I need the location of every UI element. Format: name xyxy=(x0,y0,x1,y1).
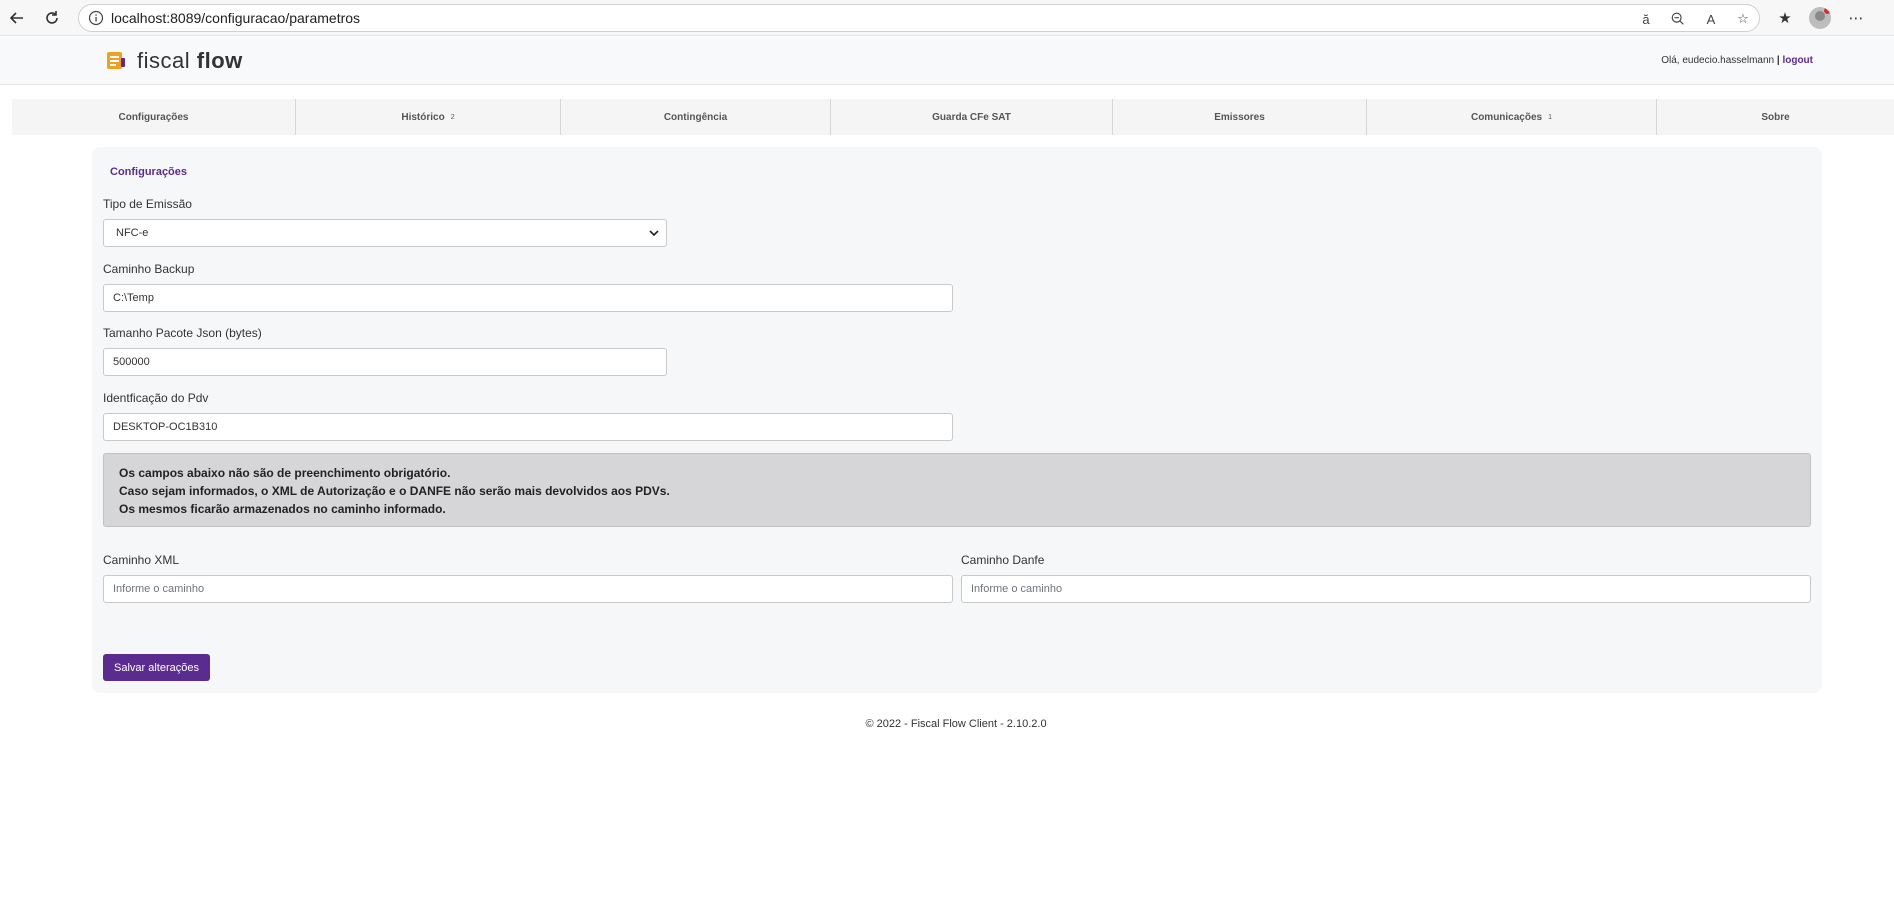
site-info-icon[interactable] xyxy=(87,9,105,27)
caminho-backup-label: Caminho Backup xyxy=(103,262,195,276)
back-icon[interactable] xyxy=(6,7,28,29)
caminho-xml-input[interactable]: Informe o caminho xyxy=(103,575,953,603)
notice-line: Caso sejam informados, o XML de Autoriza… xyxy=(119,484,670,498)
profile-avatar[interactable] xyxy=(1809,7,1831,29)
caminho-danfe-input[interactable]: Informe o caminho xyxy=(961,575,1811,603)
section-title: Configurações xyxy=(110,166,188,178)
caminho-xml-label: Caminho XML xyxy=(103,553,180,567)
logo-text: fiscal flow xyxy=(137,48,243,73)
favorites-icon[interactable]: ★ xyxy=(1775,8,1795,28)
nav-sobre[interactable]: Sobre xyxy=(1657,99,1894,135)
identificacao-pdv-input[interactable]: DESKTOP-OC1B310 xyxy=(103,413,953,441)
identificacao-pdv-label: Identficação do Pdv xyxy=(103,391,209,405)
logout-link[interactable]: logout xyxy=(1782,55,1813,66)
nav-contingencia[interactable]: Contingência xyxy=(561,99,831,135)
notice-line: Os mesmos ficarão armazenados no caminho… xyxy=(119,502,446,516)
notification-dot xyxy=(1824,7,1831,14)
read-aloud-icon[interactable]: A xyxy=(1702,10,1720,28)
nav-badge: 2 xyxy=(450,113,455,121)
favorite-star-icon[interactable]: ☆ xyxy=(1734,10,1752,28)
reload-icon[interactable] xyxy=(41,7,63,29)
translate-icon[interactable]: ă xyxy=(1637,10,1655,28)
more-menu-icon[interactable]: ⋯ xyxy=(1846,8,1866,28)
tipo-emissao-value: NFC-e xyxy=(116,227,149,239)
address-bar[interactable]: localhost:8089/configuracao/parametros a… xyxy=(78,4,1760,32)
nav-configuracoes[interactable]: Configurações xyxy=(12,99,296,135)
app-header: fiscal flow Olá, eudecio.hasselmann | lo… xyxy=(0,37,1894,85)
caminho-backup-input[interactable]: C:\Temp xyxy=(103,284,953,312)
logo[interactable]: fiscal flow xyxy=(105,48,243,74)
info-notice: Os campos abaixo não são de preenchiment… xyxy=(103,453,1811,527)
tipo-emissao-label: Tipo de Emissão xyxy=(103,197,192,211)
nav-badge: 1 xyxy=(1548,113,1553,121)
chevron-down-icon xyxy=(649,230,659,237)
nav-comunicacoes[interactable]: Comunicações 1 xyxy=(1367,99,1657,135)
caminho-danfe-label: Caminho Danfe xyxy=(961,553,1045,567)
tamanho-pacote-label: Tamanho Pacote Json (bytes) xyxy=(103,326,262,340)
tamanho-pacote-input[interactable]: 500000 xyxy=(103,348,667,376)
nav-guarda-cfe-sat[interactable]: Guarda CFe SAT xyxy=(831,99,1113,135)
nav-historico[interactable]: Histórico 2 xyxy=(296,99,561,135)
main-nav: Configurações Histórico 2 Contingência Gu… xyxy=(12,99,1894,135)
nav-emissores[interactable]: Emissores xyxy=(1113,99,1367,135)
tipo-emissao-select[interactable]: NFC-e xyxy=(103,219,667,247)
footer-text: © 2022 - Fiscal Flow Client - 2.10.2.0 xyxy=(865,718,1047,730)
logo-icon xyxy=(105,50,127,72)
greeting-text: Olá, eudecio.hasselmann xyxy=(1661,55,1775,66)
notice-line: Os campos abaixo não são de preenchiment… xyxy=(119,466,451,480)
url-text[interactable]: localhost:8089/configuracao/parametros xyxy=(111,10,360,26)
browser-toolbar: localhost:8089/configuracao/parametros a… xyxy=(0,0,1894,36)
zoom-out-icon[interactable] xyxy=(1669,10,1687,28)
user-bar: Olá, eudecio.hasselmann | logout xyxy=(1661,55,1813,66)
save-button[interactable]: Salvar alterações xyxy=(103,654,210,681)
